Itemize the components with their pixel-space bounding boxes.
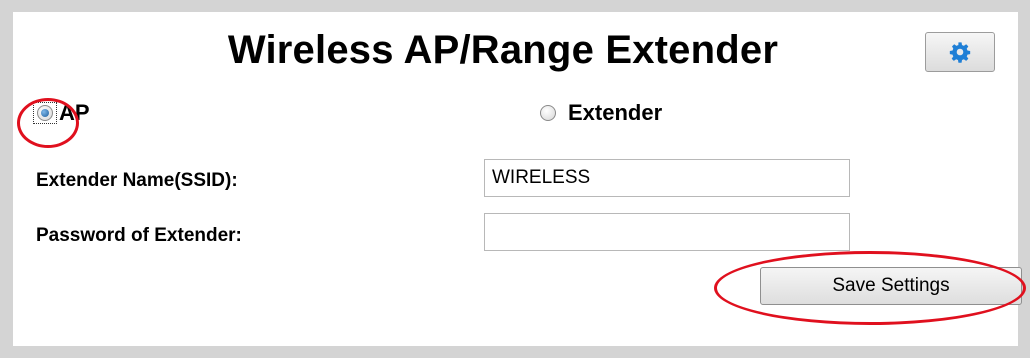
password-label: Password of Extender: xyxy=(36,225,242,246)
password-input[interactable] xyxy=(484,213,850,251)
extender-radio[interactable] xyxy=(540,105,556,121)
ssid-label: Extender Name(SSID): xyxy=(36,170,238,191)
ap-radio-label: AP xyxy=(59,100,90,125)
settings-button[interactable] xyxy=(925,32,995,72)
ssid-input[interactable] xyxy=(484,159,850,197)
mode-option-extender[interactable]: Extender xyxy=(540,100,662,126)
ap-radio[interactable] xyxy=(37,105,53,121)
focus-ring xyxy=(33,102,57,124)
extender-radio-label: Extender xyxy=(568,100,663,125)
save-settings-button[interactable]: Save Settings xyxy=(760,267,1022,305)
mode-option-ap[interactable]: AP xyxy=(33,100,90,126)
page-title: Wireless AP/Range Extender xyxy=(227,28,779,72)
gear-icon xyxy=(949,41,971,63)
